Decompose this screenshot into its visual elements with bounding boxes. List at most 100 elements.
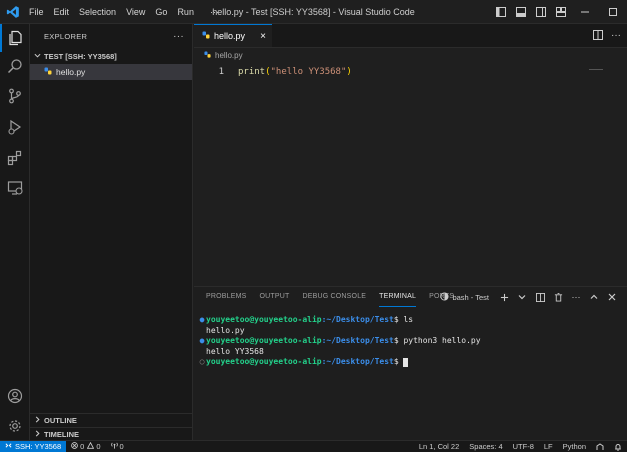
workspace-folder[interactable]: TEST [SSH: YY3568] — [30, 48, 192, 64]
breadcrumb-file[interactable]: hello.py — [215, 51, 243, 60]
extensions-icon[interactable] — [0, 144, 30, 172]
menu-file[interactable]: File — [24, 0, 49, 24]
explorer-header: EXPLORER ··· — [30, 26, 192, 46]
outline-label: OUTLINE — [44, 416, 77, 425]
split-editor-icon[interactable] — [593, 29, 603, 42]
customize-layout-icon[interactable] — [553, 4, 569, 20]
chevron-down-icon[interactable] — [515, 290, 529, 304]
maximize-panel-chevron-up-icon[interactable] — [587, 290, 601, 304]
terminal-path: :~/Desktop/Test — [321, 315, 394, 324]
terminal-instance-label[interactable]: bash - Test — [452, 293, 489, 302]
file-item-hello-py[interactable]: hello.py — [30, 64, 192, 80]
chevron-right-icon — [34, 430, 41, 439]
ports-indicator[interactable]: 0 — [106, 442, 129, 451]
tab-label: hello.py — [214, 31, 246, 41]
breadcrumb: hello.py — [194, 48, 627, 62]
python-file-icon — [204, 50, 211, 60]
window-controls — [491, 0, 627, 24]
title-bar: File Edit Selection View Go Run ··· hell… — [0, 0, 627, 24]
notifications-bell-icon[interactable] — [609, 443, 627, 451]
bottom-panel: PROBLEMS OUTPUT DEBUG CONSOLE TERMINAL P… — [194, 286, 627, 440]
python-file-icon — [202, 31, 210, 41]
source-control-icon[interactable] — [0, 82, 30, 110]
terminal-line: ● youyeetoo@youyeetoo-alip:~/Desktop/Test… — [198, 336, 627, 347]
file-item-label: hello.py — [56, 67, 86, 77]
ports-count: 0 — [119, 442, 124, 451]
terminal-prompt: $ — [393, 336, 404, 345]
vscode-logo-icon[interactable] — [2, 0, 24, 24]
outline-section[interactable]: OUTLINE — [30, 413, 193, 427]
more-actions-icon[interactable]: ··· — [569, 290, 583, 304]
encoding[interactable]: UTF-8 — [508, 442, 539, 451]
remote-explorer-icon[interactable] — [0, 174, 30, 202]
tab-hello-py[interactable]: hello.py × — [194, 24, 272, 47]
terminal-cursor — [403, 357, 409, 367]
editor-more-actions[interactable]: ··· — [611, 30, 621, 41]
terminal-bash-icon — [440, 291, 449, 303]
tab-output[interactable]: OUTPUT — [260, 287, 290, 307]
tab-problems[interactable]: PROBLEMS — [206, 287, 247, 307]
timeline-label: TIMELINE — [44, 430, 79, 439]
explorer-more-actions[interactable]: ··· — [173, 31, 184, 42]
toggle-panel-icon[interactable] — [513, 4, 529, 20]
close-tab-icon[interactable]: × — [260, 31, 266, 42]
menu-run[interactable]: Run — [172, 0, 199, 24]
activity-bar — [0, 24, 30, 440]
code-line[interactable]: 1 print("hello YY3568") — [194, 62, 627, 82]
status-bar: SSH: YY3568 0 0 0 Ln 1, Col 22 Spaces: 4… — [0, 440, 627, 452]
panel-actions: bash - Test ··· — [440, 287, 621, 307]
menu-more[interactable]: ··· — [205, 0, 224, 24]
trash-icon[interactable] — [551, 290, 565, 304]
menu-bar: File Edit Selection View Go Run ··· — [24, 0, 224, 24]
terminal-path: :~/Desktop/Test — [321, 336, 394, 345]
remote-label: SSH: YY3568 — [15, 442, 62, 451]
remote-indicator[interactable]: SSH: YY3568 — [0, 440, 67, 452]
copilot-icon[interactable] — [591, 442, 609, 451]
close-panel-icon[interactable] — [605, 290, 619, 304]
status-bar-right: Ln 1, Col 22 Spaces: 4 UTF-8 LF Python — [414, 442, 627, 451]
terminal-path: :~/Desktop/Test — [321, 357, 394, 366]
chevron-right-icon — [34, 416, 41, 425]
explorer-title: EXPLORER — [44, 31, 88, 41]
terminal-line: ○ youyeetoo@youyeetoo-alip:~/Desktop/Test… — [198, 357, 627, 368]
minimize-icon[interactable] — [571, 0, 599, 24]
command-decoration-icon[interactable]: ● — [198, 336, 206, 347]
command-decoration-icon[interactable]: ● — [198, 315, 206, 326]
chevron-down-icon — [34, 52, 41, 61]
cursor-position[interactable]: Ln 1, Col 22 — [414, 442, 464, 451]
error-icon — [71, 442, 78, 451]
editor-actions: ··· — [593, 24, 627, 47]
command-decoration-icon[interactable]: ○ — [198, 357, 206, 368]
terminal-command: ls — [403, 315, 414, 324]
new-terminal-plus-icon[interactable] — [497, 290, 511, 304]
terminal-prompt: $ — [393, 315, 404, 324]
indentation[interactable]: Spaces: 4 — [464, 442, 507, 451]
terminal-output-text: hello.py — [206, 325, 245, 335]
settings-gear-icon[interactable] — [0, 412, 30, 440]
account-icon[interactable] — [0, 382, 30, 410]
toggle-secondary-sidebar-icon[interactable] — [533, 4, 549, 20]
terminal-output[interactable]: ● youyeetoo@youyeetoo-alip:~/Desktop/Test… — [194, 307, 627, 368]
menu-edit[interactable]: Edit — [49, 0, 75, 24]
language-mode[interactable]: Python — [558, 442, 591, 451]
tab-debug-console[interactable]: DEBUG CONSOLE — [302, 287, 366, 307]
maximize-icon[interactable] — [599, 0, 627, 24]
terminal-prompt: $ — [393, 357, 404, 366]
search-icon[interactable] — [0, 52, 30, 80]
menu-selection[interactable]: Selection — [74, 0, 121, 24]
code-content[interactable]: print("hello YY3568") — [238, 67, 352, 77]
minimap[interactable] — [589, 69, 603, 70]
menu-view[interactable]: View — [121, 0, 150, 24]
error-count: 0 — [80, 442, 85, 451]
problems-indicator[interactable]: 0 0 — [66, 441, 105, 451]
toggle-primary-sidebar-icon[interactable] — [493, 4, 509, 20]
terminal-output-text: hello YY3568 — [206, 346, 264, 356]
end-of-line[interactable]: LF — [539, 442, 558, 451]
tab-terminal[interactable]: TERMINAL — [379, 287, 417, 307]
run-debug-icon[interactable] — [0, 113, 30, 141]
explorer-icon[interactable] — [0, 24, 30, 52]
split-terminal-icon[interactable] — [533, 290, 547, 304]
timeline-section[interactable]: TIMELINE — [30, 427, 193, 441]
remote-icon — [5, 442, 12, 451]
menu-go[interactable]: Go — [150, 0, 172, 24]
